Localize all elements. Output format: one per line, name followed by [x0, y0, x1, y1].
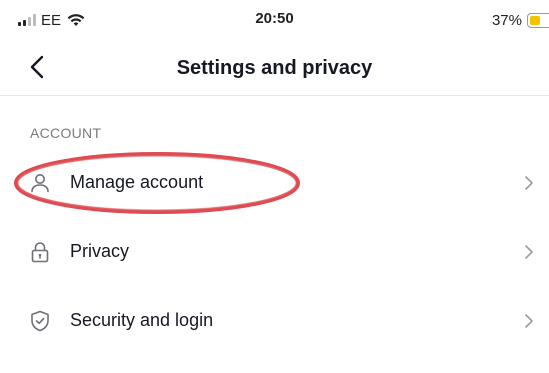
battery-icon	[527, 12, 549, 28]
settings-screen: EE 20:50 37% Settings and privacy ACCOUN…	[0, 0, 549, 373]
page-title: Settings and privacy	[176, 57, 373, 79]
chevron-right-icon	[525, 314, 533, 328]
status-time: 20:50	[255, 10, 294, 27]
list-item-label: Privacy	[70, 241, 130, 261]
battery-percent: 37%	[491, 11, 522, 29]
list-item-security-and-login[interactable]: Security and login	[0, 293, 549, 353]
status-bar-right: 37%	[492, 11, 549, 29]
list-item-privacy[interactable]: Privacy	[0, 224, 549, 284]
section-header-account: ACCOUNT	[30, 125, 102, 141]
status-bar: EE 20:50 37%	[0, 0, 549, 40]
list-item-label: Security and login	[70, 310, 214, 330]
chevron-right-icon	[525, 245, 533, 259]
list-item-manage-account[interactable]: Manage account	[0, 155, 549, 215]
list-item-label: Manage account	[70, 172, 204, 192]
nav-header: Settings and privacy	[0, 40, 549, 96]
shield-icon	[31, 310, 49, 332]
lock-icon	[31, 242, 49, 263]
battery-level-fill	[530, 15, 540, 25]
user-icon	[31, 174, 49, 193]
chevron-right-icon	[525, 176, 533, 190]
